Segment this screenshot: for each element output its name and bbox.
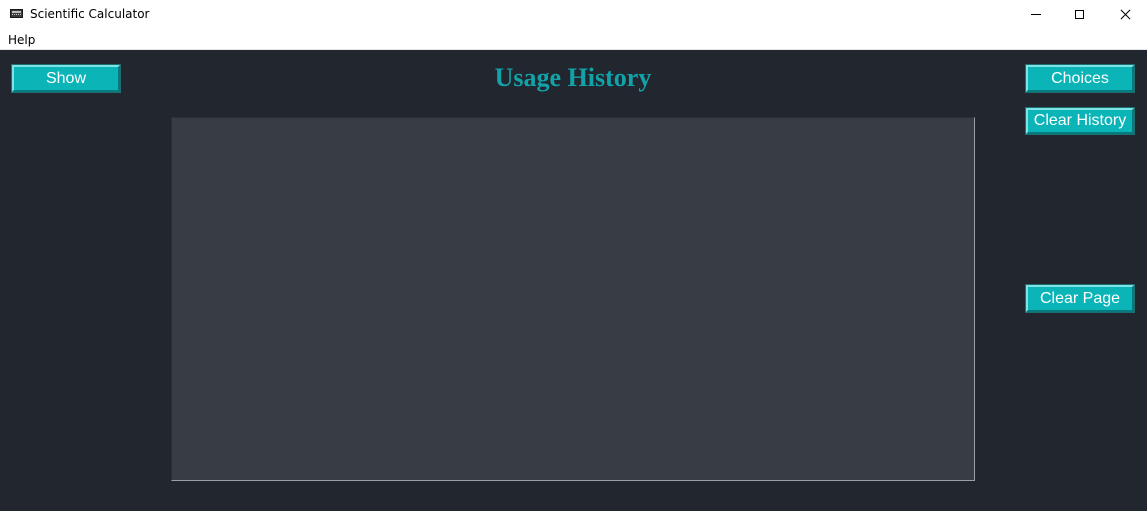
clear-page-button[interactable]: Clear Page: [1025, 284, 1135, 313]
window-title: Scientific Calculator: [30, 7, 150, 21]
close-icon: [1120, 9, 1131, 20]
maximize-icon: [1074, 10, 1084, 19]
maximize-button[interactable]: [1056, 0, 1102, 29]
menu-bar: Help: [0, 29, 1147, 50]
show-button[interactable]: Show: [11, 64, 121, 93]
history-text-area[interactable]: [171, 117, 975, 481]
minimize-button[interactable]: [1013, 0, 1059, 29]
title-bar: Scientific Calculator: [0, 0, 1147, 29]
choices-button[interactable]: Choices: [1025, 64, 1135, 93]
close-button[interactable]: [1102, 0, 1147, 29]
calculator-icon: [10, 9, 23, 18]
minimize-icon: [1031, 14, 1041, 15]
menu-item-help[interactable]: Help: [8, 33, 35, 47]
page-title: Usage History: [494, 63, 652, 92]
clear-history-button[interactable]: Clear History: [1025, 107, 1135, 135]
